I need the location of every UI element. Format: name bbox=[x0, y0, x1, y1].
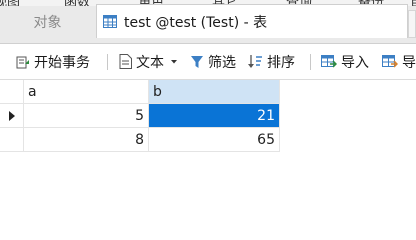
cell-value: 65 bbox=[257, 131, 275, 148]
sort-label: 排序 bbox=[267, 54, 295, 71]
toolbar-divider bbox=[107, 54, 108, 70]
caret-down-icon[interactable] bbox=[170, 59, 178, 65]
row-indicator[interactable] bbox=[0, 104, 24, 128]
text-label: 文本 bbox=[136, 54, 164, 71]
transaction-icon bbox=[16, 56, 29, 68]
sort-icon bbox=[248, 55, 262, 68]
export-icon bbox=[382, 54, 398, 68]
column-header-a[interactable]: a bbox=[24, 80, 149, 104]
table-cell[interactable]: 65 bbox=[149, 128, 280, 152]
toolbar-divider bbox=[310, 54, 311, 70]
filter-icon bbox=[191, 55, 203, 68]
table-cell-selected[interactable]: 21 bbox=[149, 104, 280, 128]
row-indicator[interactable] bbox=[0, 128, 24, 152]
current-row-arrow-icon bbox=[8, 110, 15, 121]
table-icon bbox=[103, 15, 117, 28]
begin-transaction-label: 开始事务 bbox=[34, 54, 90, 71]
table-cell[interactable]: 5 bbox=[24, 104, 149, 128]
import-icon bbox=[321, 54, 337, 68]
data-grid: a b 5 21 8 65 bbox=[0, 80, 416, 217]
grid-corner[interactable] bbox=[0, 80, 24, 104]
cell-value: 21 bbox=[257, 107, 275, 124]
cell-value: 5 bbox=[135, 107, 144, 124]
column-header-b-label: b bbox=[153, 83, 162, 100]
sort-button[interactable]: 排序 bbox=[247, 44, 295, 79]
document-icon bbox=[119, 54, 132, 69]
export-button[interactable]: 导 bbox=[382, 44, 416, 79]
toolbar: 开始事务 文本 筛选 排序 导入 导 bbox=[0, 44, 416, 80]
tab-overflow[interactable] bbox=[408, 10, 416, 38]
table-cell[interactable]: 8 bbox=[24, 128, 149, 152]
cell-value: 8 bbox=[135, 131, 144, 148]
begin-transaction-button[interactable]: 开始事务 bbox=[16, 44, 90, 79]
filter-label: 筛选 bbox=[208, 54, 236, 71]
column-header-a-label: a bbox=[28, 83, 37, 100]
import-label: 导入 bbox=[341, 54, 369, 71]
text-button[interactable]: 文本 bbox=[119, 44, 178, 79]
tab-objects[interactable]: 对象 bbox=[0, 6, 95, 38]
tab-objects-label: 对象 bbox=[33, 15, 62, 31]
filter-button[interactable]: 筛选 bbox=[190, 44, 236, 79]
export-label: 导 bbox=[402, 54, 416, 71]
tab-table-test[interactable]: test @test (Test) - 表 bbox=[96, 4, 408, 38]
tab-table-label: test @test (Test) - 表 bbox=[124, 14, 268, 31]
import-button[interactable]: 导入 bbox=[321, 44, 369, 79]
column-header-b[interactable]: b bbox=[149, 80, 280, 104]
